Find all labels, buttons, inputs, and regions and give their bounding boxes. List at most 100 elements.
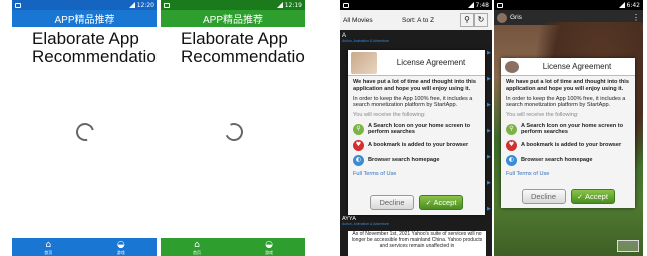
terms-link[interactable]: Full Terms of Use: [353, 171, 480, 178]
app-logo-icon: [497, 12, 507, 23]
app-thumbnail-icon: [351, 51, 377, 74]
free-text: In order to keep the App 100% free, it i…: [506, 95, 626, 109]
dialog-title: License Agreement: [396, 58, 466, 67]
decline-button[interactable]: Decline: [370, 195, 414, 210]
list-section-header: A Action, Animation & Adventure: [342, 33, 389, 43]
status-bar: 12:20: [12, 0, 157, 10]
bottom-nav: ⌂ 首页 ◒ 游戏: [161, 238, 305, 256]
notification-icon: [497, 2, 503, 8]
offer-text: Browser search homepage: [368, 157, 440, 164]
offer-item: ⚲ A Search Icon on your home screen to p…: [353, 123, 480, 136]
notification-icon: [343, 2, 349, 8]
app-bar: APP精品推荐: [161, 10, 305, 27]
offer-item: ◐ Browser search homepage: [353, 154, 480, 166]
phone-screen-1: 12:20 APP精品推荐 Elaborate App Recommendati…: [12, 0, 157, 256]
movie-toolbar: All Movies Sort: A to Z ⚲ ↻: [340, 10, 492, 30]
nav-item-home[interactable]: ⌂ 首页: [193, 240, 201, 255]
offer-item: ♥ A bookmark is added to your browser: [506, 139, 630, 151]
license-dialog: License Agreement We have put a lot of t…: [501, 58, 635, 208]
receive-text: You will receive the following:: [506, 112, 579, 119]
home-icon: ⌂: [194, 239, 200, 250]
license-dialog: License Agreement We have put a lot of t…: [348, 50, 485, 215]
signal-icon: [276, 2, 283, 8]
receive-text: You will receive the following:: [353, 112, 426, 119]
nav-label: 首页: [193, 249, 201, 255]
bottom-nav: ⌂ 首页 ◒ 游戏: [12, 238, 157, 256]
page-title: Elaborate App Recommendation: [32, 29, 157, 66]
nav-label: 游戏: [265, 249, 273, 255]
terms-link[interactable]: Full Terms of Use: [506, 171, 630, 178]
list-item[interactable]: AYYA Action, Animation & Adventure: [342, 216, 389, 226]
app-title: Gris: [510, 14, 522, 21]
phone-screen-4: 6:42 Gris ⋮ License Agreement We have pu…: [494, 0, 643, 256]
dialog-buttons: Decline ✓ Accept: [348, 195, 485, 210]
page-title: Elaborate App Recommendation: [181, 29, 305, 66]
home-icon: ⌂: [45, 239, 52, 250]
free-text: In order to keep the App 100% free, it i…: [353, 95, 473, 109]
right-arrows: ▶ ▶ ▶ ▶ ▶ ▶ ▶: [487, 50, 491, 212]
check-icon: ✓: [577, 192, 583, 201]
dialog-title: License Agreement: [542, 62, 612, 71]
notification-icon: [15, 2, 21, 8]
sort-dropdown[interactable]: Sort: A to Z: [402, 17, 460, 24]
intro-text: We have put a lot of time and thought in…: [506, 79, 629, 92]
phone-screen-3: 7:48 All Movies Sort: A to Z ⚲ ↻ A Actio…: [340, 0, 492, 256]
status-bar: 6:42: [494, 0, 643, 10]
app-logo-icon: [505, 60, 519, 73]
nav-label: 游戏: [116, 249, 125, 255]
dialog-header: License Agreement: [501, 58, 635, 76]
loading-spinner: [222, 120, 246, 144]
notification-icon: [164, 2, 170, 8]
globe-icon: ◐: [506, 154, 517, 166]
offer-item: ⚲ A Search Icon on your home screen to p…: [506, 123, 630, 136]
appbar-title: APP精品推荐: [54, 15, 115, 26]
signal-icon: [618, 2, 625, 8]
offer-text: A Search Icon on your home screen to per…: [521, 122, 624, 136]
status-time: 7:48: [475, 1, 489, 9]
dialog-body: We have put a lot of time and thought in…: [501, 76, 635, 181]
dialog-header: License Agreement: [348, 50, 485, 76]
accept-label: Accept: [584, 192, 608, 201]
movies-dropdown[interactable]: All Movies: [340, 17, 402, 24]
offer-text: Browser search homepage: [521, 157, 593, 164]
phone-screen-2: 12:19 APP精品推荐 Elaborate App Recommendati…: [161, 0, 305, 256]
accept-label: Accept: [433, 198, 457, 207]
check-icon: ✓: [425, 198, 432, 207]
intro-text: We have put a lot of time and thought in…: [353, 79, 476, 92]
app-bar: APP精品推荐: [12, 10, 157, 27]
watermark-logo: [617, 240, 639, 252]
heart-icon: ♥: [506, 139, 517, 151]
decline-button[interactable]: Decline: [521, 189, 566, 204]
globe-icon: ◐: [353, 154, 364, 166]
dialog-body: We have put a lot of time and thought in…: [348, 76, 485, 181]
nav-item-games[interactable]: ◒ 游戏: [117, 240, 125, 255]
status-bar: 12:19: [161, 0, 305, 10]
offer-text: A bookmark is added to your browser: [368, 142, 469, 149]
offer-text: A bookmark is added to your browser: [521, 142, 622, 149]
dialog-buttons: Decline ✓ Accept: [501, 189, 635, 204]
search-icon: ⚲: [506, 123, 517, 135]
more-menu-icon[interactable]: ⋮: [632, 13, 640, 22]
status-time: 12:19: [284, 1, 302, 9]
notice-text: As of November 1st, 2021 Yahoo's suite o…: [348, 231, 486, 256]
refresh-icon[interactable]: ↻: [474, 13, 488, 27]
search-icon[interactable]: ⚲: [460, 13, 474, 27]
nav-item-home[interactable]: ⌂ 首页: [44, 240, 52, 255]
nav-label: 首页: [44, 249, 53, 255]
offer-item: ♥ A bookmark is added to your browser: [353, 139, 480, 151]
gamepad-icon: ◒: [116, 239, 125, 250]
search-icon: ⚲: [353, 123, 364, 135]
appbar-title: APP精品推荐: [202, 15, 263, 26]
offer-item: ◐ Browser search homepage: [506, 154, 630, 166]
status-bar: 7:48: [340, 0, 492, 10]
accept-button[interactable]: ✓ Accept: [419, 195, 463, 210]
section-subtitle: Action, Animation & Adventure: [342, 39, 390, 43]
accept-button[interactable]: ✓ Accept: [570, 189, 615, 204]
loading-spinner: [72, 119, 98, 145]
nav-item-games[interactable]: ◒ 游戏: [265, 240, 273, 255]
status-time: 6:42: [626, 1, 640, 9]
offer-text: A Search Icon on your home screen to per…: [368, 122, 471, 136]
gamepad-icon: ◒: [265, 239, 273, 250]
signal-icon: [467, 2, 474, 8]
heart-icon: ♥: [353, 139, 364, 151]
